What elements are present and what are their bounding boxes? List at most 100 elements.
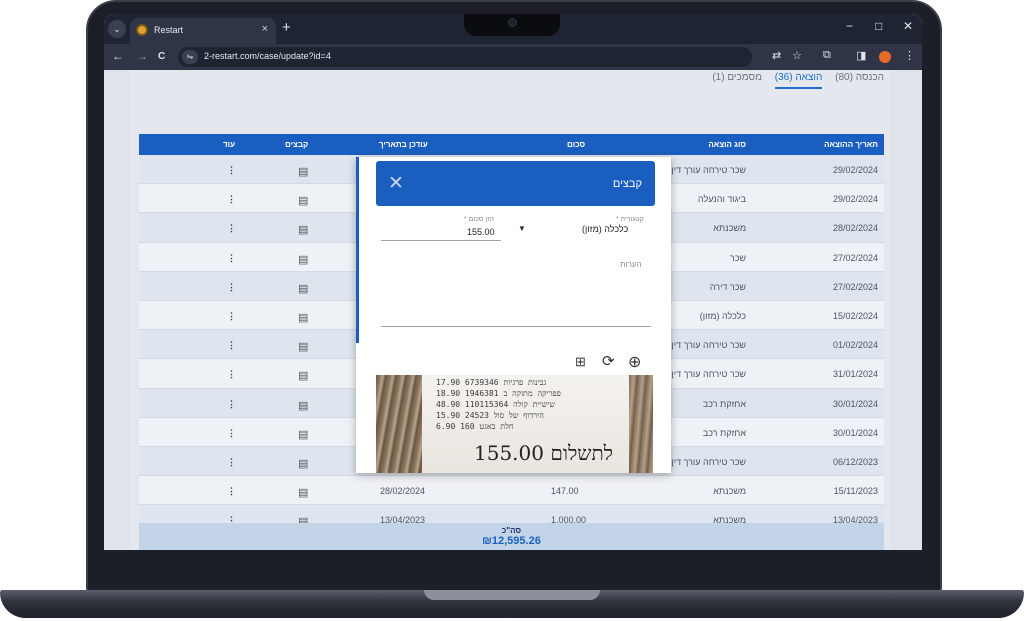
cell-type: שכר טירחה עורך דין xyxy=(671,456,746,467)
file-icon[interactable]: ▤ xyxy=(298,369,308,382)
dialog-accent xyxy=(356,157,359,343)
file-icon[interactable]: ▤ xyxy=(298,399,308,412)
tab-search-icon[interactable]: ⌄ xyxy=(108,20,126,38)
more-icon[interactable]: ⋮ xyxy=(227,253,236,264)
cell-type: שכר טירחה עורך דין xyxy=(671,165,746,175)
file-icon[interactable]: ▤ xyxy=(298,457,308,470)
add-image-icon[interactable]: ⊞ xyxy=(575,354,586,370)
header-more: עוד xyxy=(223,140,236,149)
cell-date: 28/02/2024 xyxy=(832,223,878,234)
cell-date: 15/11/2023 xyxy=(833,486,878,497)
category-select[interactable]: כלכלה (מזון) xyxy=(582,224,628,234)
reload-button[interactable]: C xyxy=(158,51,165,62)
dialog-title: קבצים xyxy=(612,178,642,190)
browser-tab[interactable]: Restart × xyxy=(130,18,276,44)
more-icon[interactable]: ⋮ xyxy=(227,282,236,293)
cell-type: שכר טירחה עורך דין xyxy=(671,369,746,380)
cell-type: משכנתא xyxy=(713,486,746,497)
more-icon[interactable]: ⋮ xyxy=(227,486,236,497)
more-icon[interactable]: ⋮ xyxy=(227,369,236,380)
more-icon[interactable]: ⋮ xyxy=(227,457,236,468)
forward-button[interactable]: → xyxy=(136,49,148,63)
table-header: תאריך ההוצאה סוג הוצאה סכום עודכן בתאריך… xyxy=(139,134,884,155)
zoom-in-icon[interactable]: ⊕ xyxy=(628,352,641,372)
url-text[interactable]: 2-restart.com/case/update?id=4 xyxy=(204,51,331,61)
more-icon[interactable]: ⋮ xyxy=(227,194,236,205)
extensions-icon[interactable]: ⧉ xyxy=(823,49,831,62)
file-icon[interactable]: ▤ xyxy=(298,165,308,178)
cell-amount: 147.00 xyxy=(551,486,579,497)
bookmark-star-icon[interactable]: ☆ xyxy=(792,49,802,62)
tab-income[interactable]: הכנסה (80) xyxy=(835,72,884,87)
omnibox[interactable]: ⇋ 2-restart.com/case/update?id=4 xyxy=(178,47,752,67)
browser-menu-icon[interactable]: ⋮ xyxy=(904,49,915,62)
cell-date: 30/01/2024 xyxy=(832,398,878,409)
file-icon[interactable]: ▤ xyxy=(298,194,308,207)
cell-type: שכר דירה xyxy=(709,281,746,292)
file-icon[interactable]: ▤ xyxy=(298,223,308,236)
cell-date: 06/12/2023 xyxy=(832,456,878,467)
cell-date: 30/01/2024 xyxy=(832,427,878,438)
header-files: קבצים xyxy=(285,140,309,149)
header-updated[interactable]: עודכן בתאריך xyxy=(379,140,428,149)
maximize-button[interactable]: □ xyxy=(875,19,882,33)
file-icon[interactable]: ▤ xyxy=(298,428,308,441)
file-icon[interactable]: ▤ xyxy=(298,253,308,266)
cell-date: 01/02/2024 xyxy=(832,340,878,351)
profile-avatar[interactable] xyxy=(879,51,891,63)
file-icon[interactable]: ▤ xyxy=(298,486,308,499)
close-icon[interactable]: ✕ xyxy=(388,172,404,195)
header-type[interactable]: סוג הוצאה xyxy=(708,140,746,149)
translate-icon[interactable]: ⇄ xyxy=(772,49,781,62)
more-icon[interactable]: ⋮ xyxy=(227,340,236,351)
total-label: סה"כ xyxy=(501,526,522,535)
more-icon[interactable]: ⋮ xyxy=(227,165,236,176)
more-icon[interactable]: ⋮ xyxy=(227,223,236,234)
category-label: קטגוריה * xyxy=(616,216,644,223)
cell-type: משכנתא xyxy=(713,223,746,234)
tab-title: Restart xyxy=(154,25,184,35)
header-date[interactable]: תאריך ההוצאה xyxy=(824,140,878,149)
cell-type: שכר טירחה עורך דין xyxy=(671,340,746,351)
tab-expenses[interactable]: הוצאה (36) xyxy=(774,72,823,89)
cell-type: ביגוד והנעלה xyxy=(697,194,746,205)
page-tabs: הכנסה (80) הוצאה (36) מסמכים (1) xyxy=(702,72,884,89)
receipt-total: 155.00 לתשלום xyxy=(474,441,614,465)
more-icon[interactable]: ⋮ xyxy=(227,311,236,322)
cell-date: 15/02/2024 xyxy=(832,310,878,321)
address-bar: ← → C ⇋ 2-restart.com/case/update?id=4 ⇄… xyxy=(104,44,922,70)
receipt-image[interactable]: 17.90 גבינות פרגיות 6739346 18.90 פפריקה… xyxy=(376,375,653,473)
header-amount[interactable]: סכום xyxy=(567,140,585,149)
more-icon[interactable]: ⋮ xyxy=(227,399,236,410)
cell-type: שכר xyxy=(729,252,746,263)
file-icon[interactable]: ▤ xyxy=(298,340,308,353)
tab-documents[interactable]: מסמכים (1) xyxy=(712,72,762,87)
notes-field[interactable] xyxy=(381,326,651,327)
cell-date: 27/02/2024 xyxy=(832,281,878,292)
receipt-background-left xyxy=(376,375,422,473)
receipt-line: 6.90 חלת באגט 160 xyxy=(436,422,514,431)
file-icon[interactable]: ▤ xyxy=(298,282,308,295)
close-window-button[interactable]: ✕ xyxy=(903,19,913,33)
amount-input[interactable]: 155.00 xyxy=(467,227,495,237)
rotate-icon[interactable]: ⟳ xyxy=(602,352,615,370)
new-tab-button[interactable]: + xyxy=(282,19,291,36)
cell-date: 31/01/2024 xyxy=(832,369,878,380)
amount-underline xyxy=(381,240,501,241)
side-panel-icon[interactable]: ◨ xyxy=(856,49,866,62)
minimize-button[interactable]: − xyxy=(846,19,853,33)
receipt-line: 15.90 הירדוף של סול 24523 xyxy=(436,411,544,420)
more-icon[interactable]: ⋮ xyxy=(227,428,236,439)
back-button[interactable]: ← xyxy=(112,49,124,63)
chevron-down-icon[interactable]: ▼ xyxy=(518,224,526,233)
laptop-notch xyxy=(424,590,600,600)
table-row[interactable]: 15/11/2023 משכנתא 147.00 28/02/2024 ▤ ⋮ xyxy=(139,476,884,506)
tab-close-icon[interactable]: × xyxy=(262,23,268,35)
cell-updated: 28/02/2024 xyxy=(380,486,426,497)
cell-date: 29/02/2024 xyxy=(832,165,878,175)
site-info-icon[interactable]: ⇋ xyxy=(182,50,198,64)
cell-type: כלכלה (מזון) xyxy=(699,310,746,321)
receipt-line: 18.90 פפריקה מתוקה ב 1946381 xyxy=(436,389,561,398)
file-icon[interactable]: ▤ xyxy=(298,311,308,324)
receipt-background-right xyxy=(629,375,653,473)
